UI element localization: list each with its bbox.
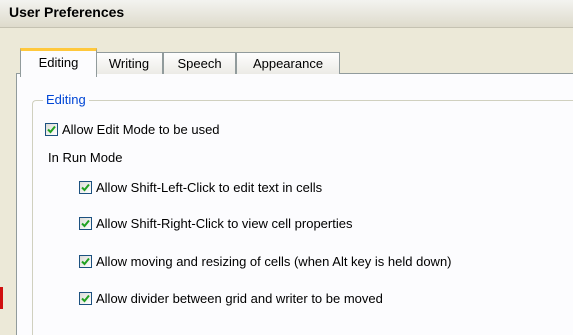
tab-appearance[interactable]: Appearance <box>236 52 340 74</box>
shift-left-click-option[interactable]: Allow Shift-Left-Click to edit text in c… <box>79 179 322 195</box>
allow-edit-mode-label: Allow Edit Mode to be used <box>62 121 220 137</box>
move-divider-option[interactable]: Allow divider between grid and writer to… <box>79 290 383 306</box>
tab-writing[interactable]: Writing <box>95 52 163 74</box>
checkmark-icon <box>81 183 90 191</box>
run-mode-heading: In Run Mode <box>48 150 123 165</box>
move-resize-cells-checkbox[interactable] <box>79 254 92 268</box>
checkmark-icon <box>81 219 90 227</box>
shift-right-click-option[interactable]: Allow Shift-Right-Click to view cell pro… <box>79 215 352 231</box>
allow-edit-mode-checkbox[interactable] <box>45 122 58 136</box>
move-divider-label: Allow divider between grid and writer to… <box>96 290 383 306</box>
shift-left-click-checkbox[interactable] <box>79 180 92 194</box>
allow-edit-mode-option[interactable]: Allow Edit Mode to be used <box>45 121 220 137</box>
shift-left-click-label: Allow Shift-Left-Click to edit text in c… <box>96 179 323 195</box>
tab-editing[interactable]: Editing <box>20 48 97 77</box>
checkmark-icon <box>47 125 56 133</box>
edge-marker <box>0 287 3 309</box>
groupbox-label: Editing <box>43 92 89 108</box>
move-resize-cells-option[interactable]: Allow moving and resizing of cells (when… <box>79 253 452 269</box>
dialog-title: User Preferences <box>9 4 125 20</box>
title-bar: User Preferences <box>0 0 573 28</box>
move-resize-cells-label: Allow moving and resizing of cells (when… <box>96 253 452 269</box>
move-divider-checkbox[interactable] <box>79 291 92 305</box>
shift-right-click-label: Allow Shift-Right-Click to view cell pro… <box>96 215 353 231</box>
shift-right-click-checkbox[interactable] <box>79 216 92 230</box>
checkmark-icon <box>81 294 90 302</box>
tab-speech[interactable]: Speech <box>163 52 236 74</box>
checkmark-icon <box>81 257 90 265</box>
